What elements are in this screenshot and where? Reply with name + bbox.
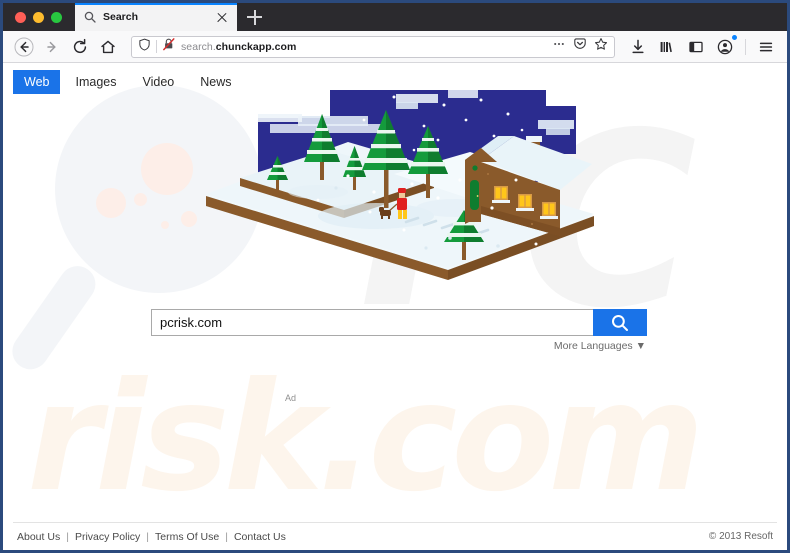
sidebar-icon: [689, 41, 703, 52]
window-controls: [3, 3, 75, 31]
pocket-icon[interactable]: [573, 37, 587, 56]
navigation-toolbar: search.chunckapp.com: [3, 31, 787, 63]
footer-link-about-us[interactable]: About Us: [17, 531, 60, 543]
app-menu-button[interactable]: [753, 34, 779, 60]
magnifier-icon: [611, 314, 628, 331]
search-submit-button[interactable]: [593, 309, 647, 336]
url-text: search.chunckapp.com: [181, 41, 547, 53]
footer-separator: |: [66, 530, 69, 543]
search-icon: [83, 10, 97, 24]
back-button[interactable]: [11, 34, 37, 60]
nav-tab-images[interactable]: Images: [64, 70, 127, 94]
nav-tab-video[interactable]: Video: [131, 70, 185, 94]
library-icon: [660, 41, 672, 52]
url-domain: chunckapp.com: [215, 40, 297, 53]
footer-separator: |: [225, 530, 228, 543]
decorative-blob: [141, 143, 193, 195]
reload-button[interactable]: [67, 34, 93, 60]
toolbar-divider: [745, 38, 746, 55]
search-area: More Languages ▼: [151, 309, 647, 352]
cabin-window: [492, 186, 510, 203]
more-languages-dropdown[interactable]: More Languages ▼: [151, 340, 647, 352]
decorative-blob: [134, 193, 147, 206]
footer-link-terms-of-use[interactable]: Terms Of Use: [155, 531, 219, 543]
tab-title: Search: [103, 11, 139, 23]
downloads-button[interactable]: [625, 34, 651, 60]
close-window-button[interactable]: [15, 11, 26, 23]
url-divider: [156, 40, 157, 53]
footer-links: About Us | Privacy Policy | Terms Of Use…: [17, 531, 286, 543]
download-icon: [632, 39, 644, 53]
url-bar-actions: [552, 37, 608, 56]
new-tab-button[interactable]: [237, 3, 271, 31]
page-actions-ellipsis-icon[interactable]: [552, 37, 566, 56]
page-content: PC risk.com Web Images Video News: [3, 63, 787, 550]
browser-tab-search[interactable]: Search: [75, 3, 237, 31]
home-icon: [101, 40, 115, 53]
winter-night-cabin-illustration: [198, 88, 598, 288]
library-button[interactable]: [654, 34, 680, 60]
url-prefix: search.: [181, 40, 216, 53]
decorative-blob: [161, 221, 169, 229]
url-bar[interactable]: search.chunckapp.com: [131, 35, 615, 58]
nav-tab-web[interactable]: Web: [13, 70, 61, 94]
cabin-window: [516, 194, 534, 211]
ad-label: Ad: [285, 393, 297, 403]
back-arrow-icon: [14, 37, 34, 56]
decorative-blob: [181, 211, 197, 227]
site-navigation: Web Images Video News: [13, 70, 243, 94]
toolbar-right-actions: [625, 33, 779, 60]
hamburger-menu-icon: [759, 42, 773, 51]
site-footer: About Us | Privacy Policy | Terms Of Use…: [3, 523, 787, 550]
maximize-window-button[interactable]: [51, 11, 62, 23]
magnifier-watermark-handle: [5, 259, 103, 377]
cabin-window: [540, 202, 558, 219]
bookmark-star-icon[interactable]: [594, 37, 608, 56]
nav-tab-news[interactable]: News: [189, 70, 242, 94]
account-button[interactable]: [712, 33, 738, 60]
minimize-window-button[interactable]: [33, 11, 44, 23]
decorative-blob: [96, 188, 126, 218]
search-input[interactable]: [151, 309, 593, 336]
risk-watermark: risk.com: [27, 351, 705, 525]
sidebar-button[interactable]: [683, 34, 709, 60]
browser-window: Search search.chunckapp.com risk.com Web…: [0, 0, 790, 553]
forward-button[interactable]: [39, 34, 65, 60]
footer-link-contact-us[interactable]: Contact Us: [234, 531, 286, 543]
account-notification-badge: [731, 33, 738, 41]
tracking-protection-shield-icon[interactable]: [138, 38, 151, 56]
footer-link-privacy-policy[interactable]: Privacy Policy: [75, 531, 140, 543]
search-row: [151, 309, 647, 336]
copyright-text: © 2013 Resoft: [708, 531, 773, 542]
home-button[interactable]: [95, 34, 121, 60]
close-icon[interactable]: [215, 10, 229, 24]
reload-icon: [73, 38, 87, 53]
forward-arrow-icon: [47, 41, 56, 52]
footer-separator: |: [146, 530, 150, 543]
title-bar: Search: [3, 3, 787, 31]
insecure-connection-icon[interactable]: [162, 37, 176, 56]
